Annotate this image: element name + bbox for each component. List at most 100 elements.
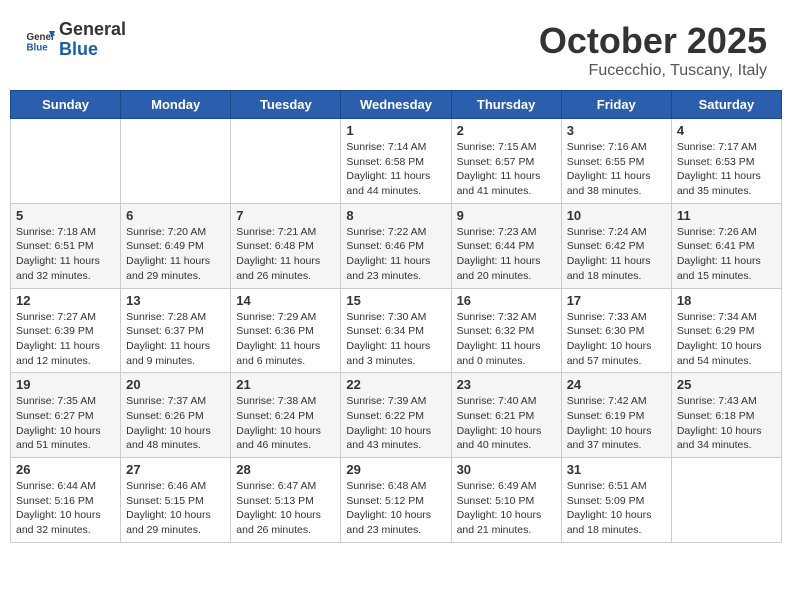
day-info: Sunrise: 7:24 AMSunset: 6:42 PMDaylight:… <box>567 225 666 284</box>
day-info: Sunrise: 7:14 AMSunset: 6:58 PMDaylight:… <box>346 140 445 199</box>
calendar-cell <box>121 119 231 204</box>
calendar-cell: 2 Sunrise: 7:15 AMSunset: 6:57 PMDaylight… <box>451 119 561 204</box>
weekday-header: Monday <box>121 91 231 119</box>
day-number: 2 <box>457 123 556 138</box>
calendar-cell: 14 Sunrise: 7:29 AMSunset: 6:36 PMDayligh… <box>231 288 341 373</box>
day-number: 29 <box>346 462 445 477</box>
day-info: Sunrise: 7:23 AMSunset: 6:44 PMDaylight:… <box>457 225 556 284</box>
day-info: Sunrise: 7:32 AMSunset: 6:32 PMDaylight:… <box>457 310 556 369</box>
calendar: SundayMondayTuesdayWednesdayThursdayFrid… <box>10 90 782 543</box>
calendar-cell: 18 Sunrise: 7:34 AMSunset: 6:29 PMDayligh… <box>671 288 781 373</box>
calendar-cell: 21 Sunrise: 7:38 AMSunset: 6:24 PMDayligh… <box>231 373 341 458</box>
logo: General Blue General Blue <box>25 20 126 60</box>
day-number: 11 <box>677 208 776 223</box>
day-info: Sunrise: 7:28 AMSunset: 6:37 PMDaylight:… <box>126 310 225 369</box>
day-info: Sunrise: 7:27 AMSunset: 6:39 PMDaylight:… <box>16 310 115 369</box>
logo-text: General Blue <box>59 20 126 60</box>
day-info: Sunrise: 7:21 AMSunset: 6:48 PMDaylight:… <box>236 225 335 284</box>
calendar-cell: 23Sunrise: 7:40 AMSunset: 6:21 PMDayligh… <box>451 373 561 458</box>
calendar-week-row: 19 Sunrise: 7:35 AMSunset: 6:27 PMDayligh… <box>11 373 782 458</box>
calendar-cell: 8 Sunrise: 7:22 AMSunset: 6:46 PMDaylight… <box>341 203 451 288</box>
day-number: 28 <box>236 462 335 477</box>
calendar-cell: 10 Sunrise: 7:24 AMSunset: 6:42 PMDayligh… <box>561 203 671 288</box>
calendar-cell: 28Sunrise: 6:47 AMSunset: 5:13 PMDayligh… <box>231 458 341 543</box>
weekday-header: Tuesday <box>231 91 341 119</box>
day-info: Sunrise: 7:29 AMSunset: 6:36 PMDaylight:… <box>236 310 335 369</box>
day-info: Sunrise: 7:20 AMSunset: 6:49 PMDaylight:… <box>126 225 225 284</box>
calendar-cell: 27Sunrise: 6:46 AMSunset: 5:15 PMDayligh… <box>121 458 231 543</box>
month-title: October 2025 <box>539 20 767 62</box>
calendar-cell: 9 Sunrise: 7:23 AMSunset: 6:44 PMDaylight… <box>451 203 561 288</box>
calendar-cell: 3 Sunrise: 7:16 AMSunset: 6:55 PMDaylight… <box>561 119 671 204</box>
day-info: Sunrise: 6:51 AMSunset: 5:09 PMDaylight:… <box>567 479 666 538</box>
day-info: Sunrise: 7:34 AMSunset: 6:29 PMDaylight:… <box>677 310 776 369</box>
calendar-cell: 7Sunrise: 7:21 AMSunset: 6:48 PMDaylight… <box>231 203 341 288</box>
day-info: Sunrise: 7:16 AMSunset: 6:55 PMDaylight:… <box>567 140 666 199</box>
day-number: 8 <box>346 208 445 223</box>
day-info: Sunrise: 7:37 AMSunset: 6:26 PMDaylight:… <box>126 394 225 453</box>
calendar-cell: 12 Sunrise: 7:27 AMSunset: 6:39 PMDayligh… <box>11 288 121 373</box>
day-number: 4 <box>677 123 776 138</box>
day-number: 10 <box>567 208 666 223</box>
svg-text:Blue: Blue <box>27 42 49 53</box>
calendar-cell <box>11 119 121 204</box>
day-number: 26 <box>16 462 115 477</box>
location: Fucecchio, Tuscany, Italy <box>539 62 767 80</box>
day-number: 18 <box>677 293 776 308</box>
calendar-cell: 22 Sunrise: 7:39 AMSunset: 6:22 PMDayligh… <box>341 373 451 458</box>
logo-general: General <box>59 20 126 40</box>
day-number: 3 <box>567 123 666 138</box>
calendar-week-row: 12 Sunrise: 7:27 AMSunset: 6:39 PMDayligh… <box>11 288 782 373</box>
day-number: 13 <box>126 293 225 308</box>
day-info: Sunrise: 7:26 AMSunset: 6:41 PMDaylight:… <box>677 225 776 284</box>
day-info: Sunrise: 7:43 AMSunset: 6:18 PMDaylight:… <box>677 394 776 453</box>
day-number: 12 <box>16 293 115 308</box>
day-number: 31 <box>567 462 666 477</box>
calendar-cell: 25Sunrise: 7:43 AMSunset: 6:18 PMDayligh… <box>671 373 781 458</box>
day-info: Sunrise: 7:22 AMSunset: 6:46 PMDaylight:… <box>346 225 445 284</box>
day-number: 9 <box>457 208 556 223</box>
weekday-header: Friday <box>561 91 671 119</box>
day-number: 22 <box>346 377 445 392</box>
calendar-cell: 13 Sunrise: 7:28 AMSunset: 6:37 PMDayligh… <box>121 288 231 373</box>
day-number: 16 <box>457 293 556 308</box>
weekday-header: Thursday <box>451 91 561 119</box>
day-number: 15 <box>346 293 445 308</box>
day-number: 30 <box>457 462 556 477</box>
weekday-header: Saturday <box>671 91 781 119</box>
calendar-cell: 29 Sunrise: 6:48 AMSunset: 5:12 PMDayligh… <box>341 458 451 543</box>
calendar-cell: 31 Sunrise: 6:51 AMSunset: 5:09 PMDayligh… <box>561 458 671 543</box>
day-info: Sunrise: 7:17 AMSunset: 6:53 PMDaylight:… <box>677 140 776 199</box>
calendar-cell: 11 Sunrise: 7:26 AMSunset: 6:41 PMDayligh… <box>671 203 781 288</box>
title-block: October 2025 Fucecchio, Tuscany, Italy <box>539 20 767 80</box>
day-number: 20 <box>126 377 225 392</box>
day-info: Sunrise: 7:35 AMSunset: 6:27 PMDaylight:… <box>16 394 115 453</box>
logo-icon: General Blue <box>25 25 55 55</box>
calendar-week-row: 26 Sunrise: 6:44 AMSunset: 5:16 PMDayligh… <box>11 458 782 543</box>
calendar-week-row: 5Sunrise: 7:18 AMSunset: 6:51 PMDaylight… <box>11 203 782 288</box>
weekday-header: Wednesday <box>341 91 451 119</box>
calendar-cell <box>671 458 781 543</box>
day-info: Sunrise: 7:39 AMSunset: 6:22 PMDaylight:… <box>346 394 445 453</box>
day-info: Sunrise: 6:49 AMSunset: 5:10 PMDaylight:… <box>457 479 556 538</box>
day-number: 19 <box>16 377 115 392</box>
day-info: Sunrise: 7:15 AMSunset: 6:57 PMDaylight:… <box>457 140 556 199</box>
calendar-cell: 1Sunrise: 7:14 AMSunset: 6:58 PMDaylight… <box>341 119 451 204</box>
calendar-cell: 6Sunrise: 7:20 AMSunset: 6:49 PMDaylight… <box>121 203 231 288</box>
day-number: 14 <box>236 293 335 308</box>
day-info: Sunrise: 7:38 AMSunset: 6:24 PMDaylight:… <box>236 394 335 453</box>
calendar-cell <box>231 119 341 204</box>
day-info: Sunrise: 7:18 AMSunset: 6:51 PMDaylight:… <box>16 225 115 284</box>
weekday-header: Sunday <box>11 91 121 119</box>
calendar-cell: 15Sunrise: 7:30 AMSunset: 6:34 PMDayligh… <box>341 288 451 373</box>
calendar-week-row: 1Sunrise: 7:14 AMSunset: 6:58 PMDaylight… <box>11 119 782 204</box>
day-info: Sunrise: 6:44 AMSunset: 5:16 PMDaylight:… <box>16 479 115 538</box>
day-number: 24 <box>567 377 666 392</box>
calendar-cell: 5Sunrise: 7:18 AMSunset: 6:51 PMDaylight… <box>11 203 121 288</box>
day-number: 21 <box>236 377 335 392</box>
calendar-cell: 30 Sunrise: 6:49 AMSunset: 5:10 PMDayligh… <box>451 458 561 543</box>
day-info: Sunrise: 6:48 AMSunset: 5:12 PMDaylight:… <box>346 479 445 538</box>
logo-blue: Blue <box>59 40 126 60</box>
day-number: 27 <box>126 462 225 477</box>
day-info: Sunrise: 7:42 AMSunset: 6:19 PMDaylight:… <box>567 394 666 453</box>
